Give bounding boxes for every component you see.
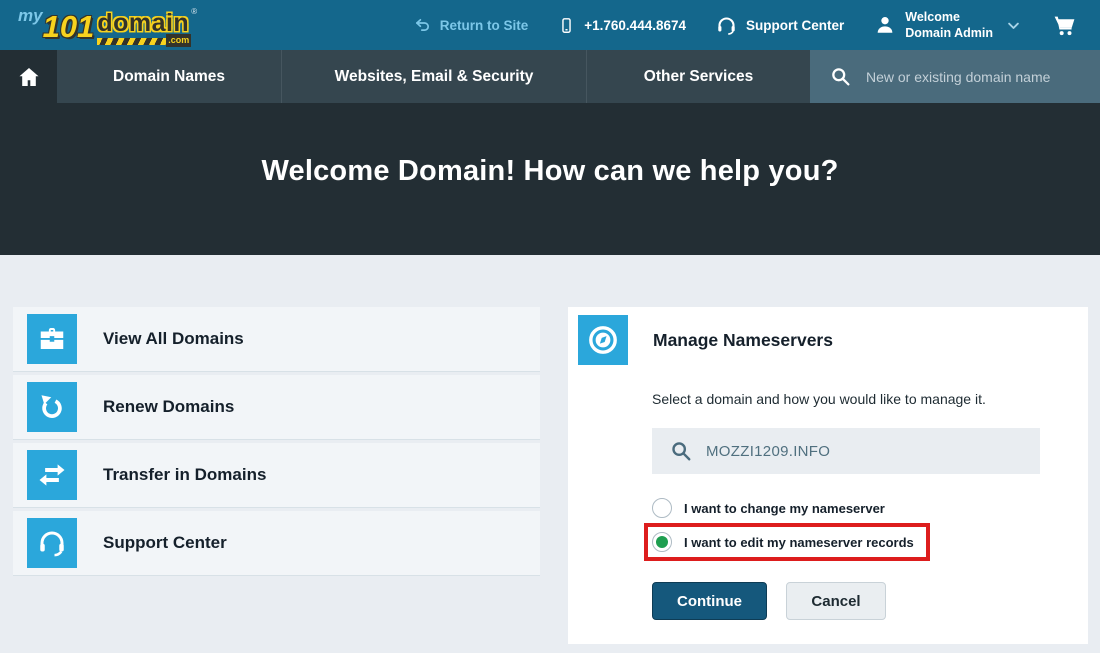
- quick-link-label: Renew Domains: [103, 397, 234, 417]
- account-menu[interactable]: Welcome Domain Admin: [874, 9, 1021, 42]
- phone-number: +1.760.444.8674: [584, 18, 686, 33]
- quick-link-renew-domains[interactable]: Renew Domains: [13, 375, 540, 440]
- nav-item-websites-email-security[interactable]: Websites, Email & Security: [281, 50, 586, 103]
- account-welcome: Welcome: [905, 9, 993, 25]
- headset-icon: [716, 15, 737, 36]
- quick-link-label: Transfer in Domains: [103, 465, 266, 485]
- radio-option-change-nameserver[interactable]: I want to change my nameserver: [652, 495, 1088, 521]
- nav-label: Websites, Email & Security: [335, 68, 534, 86]
- phone-link[interactable]: +1.760.444.8674: [558, 16, 686, 35]
- radio-option-edit-nameserver-records[interactable]: I want to edit my nameserver records: [652, 529, 914, 555]
- home-icon: [17, 65, 41, 89]
- quick-link-label: View All Domains: [103, 329, 244, 349]
- radio-button-selected[interactable]: [652, 532, 672, 552]
- logo-stripes: .com: [97, 38, 189, 45]
- support-center-link[interactable]: Support Center: [716, 15, 844, 36]
- return-to-site-label: Return to Site: [440, 18, 529, 33]
- nameserver-options: I want to change my nameserver I want to…: [652, 495, 1088, 561]
- domain-select-field[interactable]: MOZZI1209.INFO: [652, 428, 1040, 474]
- nav-item-domain-names[interactable]: Domain Names: [57, 50, 281, 103]
- briefcase-icon: [27, 314, 77, 364]
- hero-title: Welcome Domain! How can we help you?: [261, 155, 838, 188]
- support-center-label: Support Center: [746, 18, 844, 33]
- registered-mark: ®: [191, 7, 197, 16]
- main-nav: Domain Names Websites, Email & Security …: [0, 50, 1100, 103]
- selected-domain-value: MOZZI1209.INFO: [706, 443, 830, 460]
- topbar: my 101 domain .com ® Return to Site: [0, 0, 1100, 50]
- mobile-phone-icon: [558, 16, 575, 35]
- logo-text-domain: domain: [97, 9, 189, 37]
- return-to-site-link[interactable]: Return to Site: [414, 17, 529, 34]
- search-icon: [670, 440, 692, 462]
- logo-text-101: 101: [43, 11, 95, 42]
- nav-label: Domain Names: [113, 68, 225, 86]
- quick-links-list: View All Domains Renew Domains Transfer …: [13, 307, 540, 579]
- radio-label: I want to edit my nameserver records: [684, 535, 914, 550]
- quick-link-transfer-in-domains[interactable]: Transfer in Domains: [13, 443, 540, 508]
- user-icon: [874, 14, 896, 36]
- return-arrow-icon: [414, 17, 431, 34]
- domain-search-input[interactable]: [864, 68, 1094, 86]
- main-content: View All Domains Renew Domains Transfer …: [13, 307, 1088, 644]
- renew-icon: [27, 382, 77, 432]
- panel-title: Manage Nameservers: [653, 330, 833, 351]
- quick-link-label: Support Center: [103, 533, 227, 553]
- compass-icon: [578, 315, 628, 365]
- radio-button-unselected[interactable]: [652, 498, 672, 518]
- search-icon: [830, 66, 851, 87]
- logo-text-my: my: [18, 7, 43, 24]
- panel-subtitle: Select a domain and how you would like t…: [652, 391, 1088, 407]
- cart-button[interactable]: [1051, 13, 1078, 38]
- red-highlight-annotation: I want to edit my nameserver records: [644, 523, 930, 561]
- cart-icon: [1051, 13, 1078, 38]
- continue-button[interactable]: Continue: [652, 582, 767, 620]
- quick-link-support-center[interactable]: Support Center: [13, 511, 540, 576]
- manage-nameservers-panel: Manage Nameservers Select a domain and h…: [568, 307, 1088, 644]
- hero-banner: Welcome Domain! How can we help you?: [0, 103, 1100, 255]
- transfer-arrows-icon: [27, 450, 77, 500]
- chevron-down-icon: [1006, 18, 1021, 33]
- headset-icon: [27, 518, 77, 568]
- quick-link-view-all-domains[interactable]: View All Domains: [13, 307, 540, 372]
- logo-text-com: .com: [166, 34, 191, 47]
- cancel-button[interactable]: Cancel: [786, 582, 886, 620]
- nav-item-other-services[interactable]: Other Services: [586, 50, 810, 103]
- home-button[interactable]: [0, 50, 57, 103]
- nav-label: Other Services: [644, 68, 753, 86]
- account-name: Domain Admin: [905, 25, 993, 41]
- logo-my101domain[interactable]: my 101 domain .com ®: [18, 6, 197, 45]
- radio-label: I want to change my nameserver: [684, 501, 885, 516]
- domain-search: [810, 50, 1100, 103]
